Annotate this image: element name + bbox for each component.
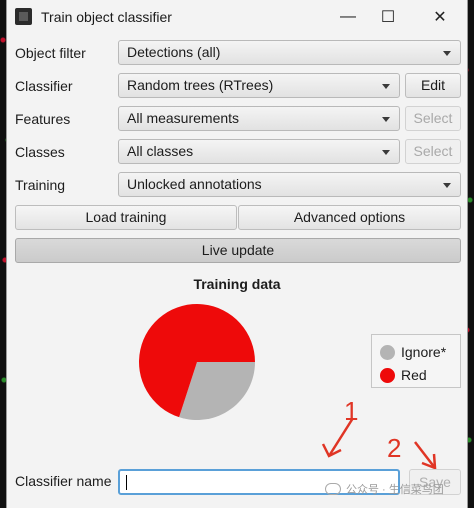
text-caret [126, 475, 127, 490]
annotation-overlay [321, 417, 437, 470]
annotation-number-1: 1 [344, 396, 359, 426]
wechat-icon [325, 483, 341, 495]
watermark: 公众号 · 生信菜鸟团 [325, 481, 444, 497]
classifier-window: Train object classifier — ☐ ✕ Object fil… [6, 0, 468, 508]
annotation-number-2: 2 [387, 433, 402, 463]
classifier-name-label: Classifier name [15, 473, 112, 489]
watermark-text: 公众号 · 生信菜鸟团 [346, 484, 444, 496]
